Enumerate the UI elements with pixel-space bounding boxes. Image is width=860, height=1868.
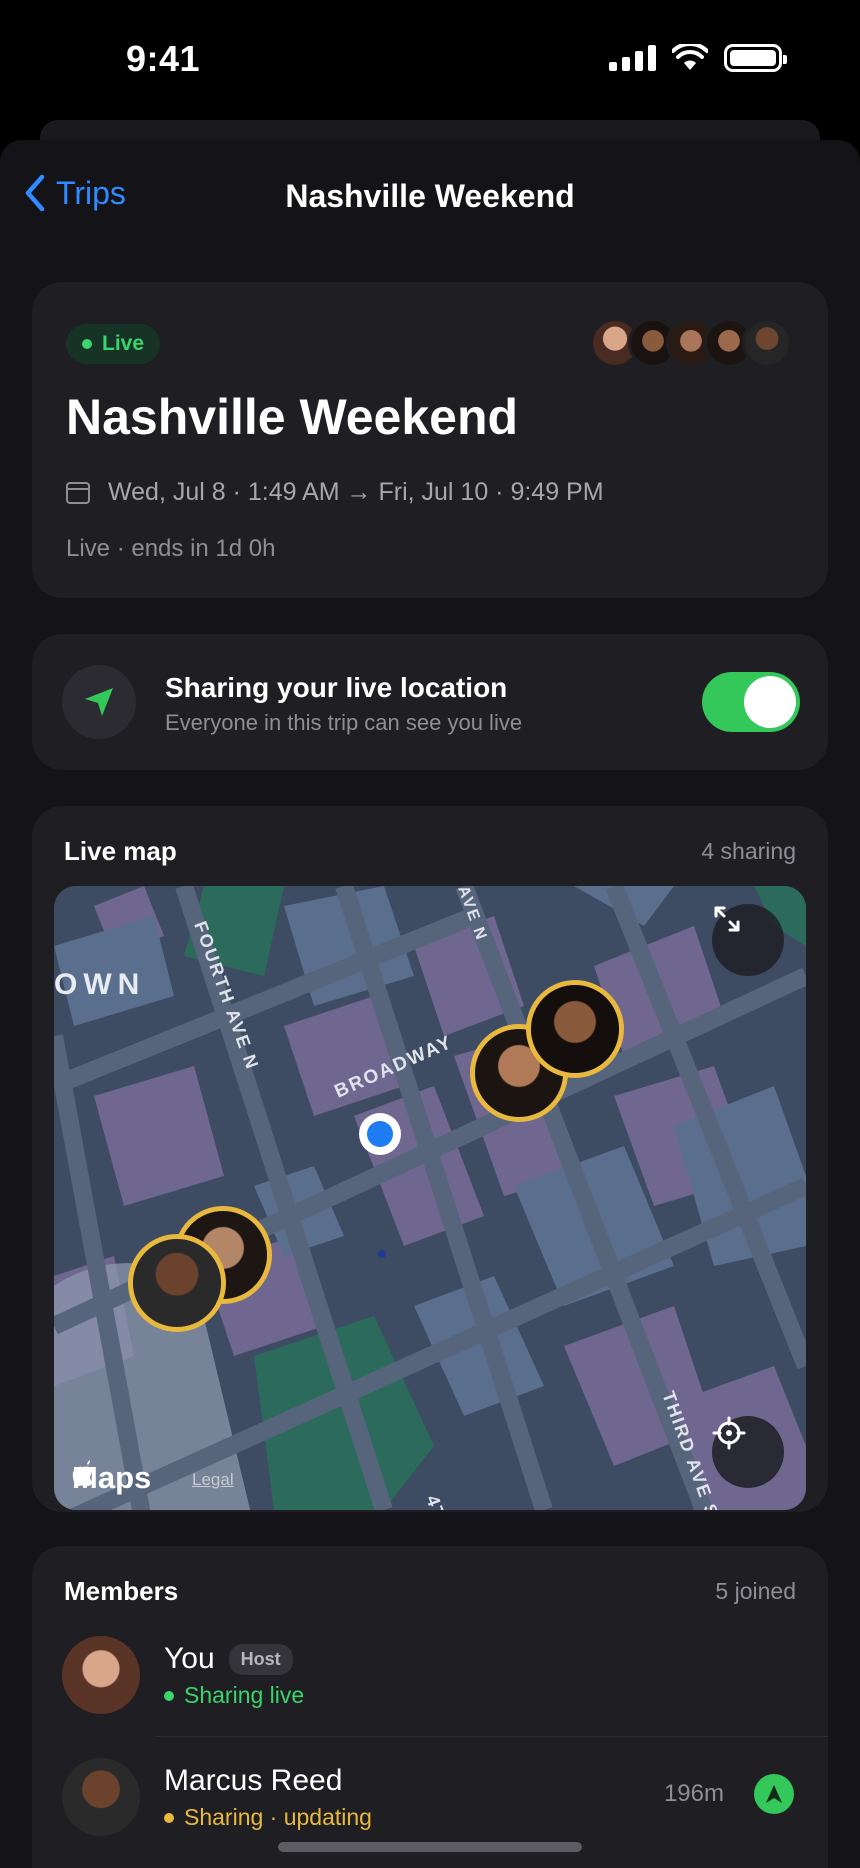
- home-indicator: [278, 1842, 582, 1852]
- live-dot-icon: [82, 339, 92, 349]
- member-name-row: You Host: [164, 1642, 293, 1676]
- live-map-header: Live map 4 sharing: [64, 836, 796, 867]
- current-location-dot: [367, 1121, 393, 1147]
- members-count: 5 joined: [715, 1578, 796, 1604]
- status-time: 9:41: [126, 38, 201, 79]
- trip-summary-card: Live Nashville Weekend Wed, Jul 8 · 1:49…: [32, 282, 828, 598]
- member-status-text: Sharing live: [184, 1682, 305, 1708]
- wifi-icon: [672, 44, 708, 70]
- navigate-to-member-button[interactable]: [754, 1774, 794, 1814]
- sharing-title: Sharing your live location: [165, 672, 508, 703]
- trip-date-range: Wed, Jul 8 · 1:49 AM → Fri, Jul 10 · 9:4…: [108, 478, 604, 506]
- sharing-subtitle: Everyone in this trip can see you live: [165, 710, 523, 735]
- status-dot-icon: [164, 1812, 174, 1823]
- member-status: Sharing · updating: [164, 1804, 372, 1831]
- avatar: [62, 1758, 140, 1836]
- expand-icon: [714, 906, 740, 932]
- map-canvas: OWN FOURTH AVE N BROADWAY THIRD AVE S AV…: [54, 886, 806, 1510]
- location-icon-container: [62, 665, 136, 739]
- apple-logo-icon: [72, 1460, 93, 1486]
- calendar-icon: [66, 481, 90, 504]
- navigation-bar: Trips Nashville Weekend: [0, 140, 860, 250]
- status-icons: [609, 44, 787, 72]
- battery-icon: [724, 44, 787, 72]
- live-map[interactable]: OWN FOURTH AVE N BROADWAY THIRD AVE S AV…: [54, 886, 806, 1510]
- cellular-signal-icon: [609, 45, 656, 71]
- live-map-card: Live map 4 sharing OWN FOURTH AVE N BROA…: [32, 806, 828, 1512]
- member-name: Marcus Reed: [164, 1764, 343, 1797]
- trip-status: Live · ends in 1d 0h: [66, 535, 276, 562]
- members-card: Members 5 joined You Host Sharing live M…: [32, 1546, 828, 1868]
- map-marker-dot: [378, 1250, 386, 1258]
- trip-title: Nashville Weekend: [66, 389, 519, 445]
- maps-logo: Maps: [72, 1460, 151, 1496]
- trip-detail-sheet: Trips Nashville Weekend Live Nashville W…: [0, 140, 860, 1868]
- status-bar: 9:41: [0, 0, 860, 120]
- navigation-arrow-icon: [766, 1785, 782, 1803]
- member-row[interactable]: You Host Sharing live: [32, 1616, 828, 1736]
- member-name: You: [164, 1642, 215, 1675]
- avatar: [531, 985, 619, 1073]
- trip-dates: Wed, Jul 8 · 1:49 AM → Fri, Jul 10 · 9:4…: [66, 478, 604, 507]
- avatar: [62, 1636, 140, 1714]
- member-row[interactable]: Marcus Reed Sharing · updating 196m: [32, 1738, 828, 1858]
- avatar: [742, 318, 792, 368]
- toggle-knob: [744, 676, 796, 728]
- legal-link[interactable]: Legal: [192, 1470, 234, 1490]
- nav-title: Nashville Weekend: [285, 178, 575, 214]
- live-badge: Live: [66, 324, 161, 364]
- location-arrow-icon: [85, 688, 113, 716]
- divider: [156, 1736, 828, 1737]
- location-sharing-toggle[interactable]: [702, 672, 800, 732]
- crosshair-icon: [712, 1416, 746, 1450]
- live-map-heading: Live map: [64, 836, 177, 866]
- member-status-text: Sharing · updating: [184, 1804, 372, 1830]
- member-distance: 196m: [663, 1780, 724, 1807]
- location-sharing-card: Sharing your live location Everyone in t…: [32, 634, 828, 770]
- recenter-button[interactable]: [712, 1416, 784, 1488]
- sharing-count: 4 sharing: [701, 838, 796, 864]
- member-status: Sharing live: [164, 1682, 304, 1709]
- members-header: Members 5 joined: [64, 1576, 796, 1607]
- expand-map-button[interactable]: [712, 904, 784, 976]
- avatar: [133, 1239, 221, 1327]
- host-badge: Host: [228, 1643, 293, 1675]
- member-map-pin[interactable]: [128, 1234, 226, 1332]
- member-map-pin[interactable]: [526, 980, 624, 1078]
- member-name-row: Marcus Reed: [164, 1764, 342, 1798]
- status-dot-icon: [164, 1690, 174, 1701]
- members-heading: Members: [64, 1576, 179, 1606]
- member-avatar-stack[interactable]: [590, 318, 792, 368]
- live-label: Live: [102, 332, 145, 355]
- map-area-label: OWN: [54, 968, 145, 1001]
